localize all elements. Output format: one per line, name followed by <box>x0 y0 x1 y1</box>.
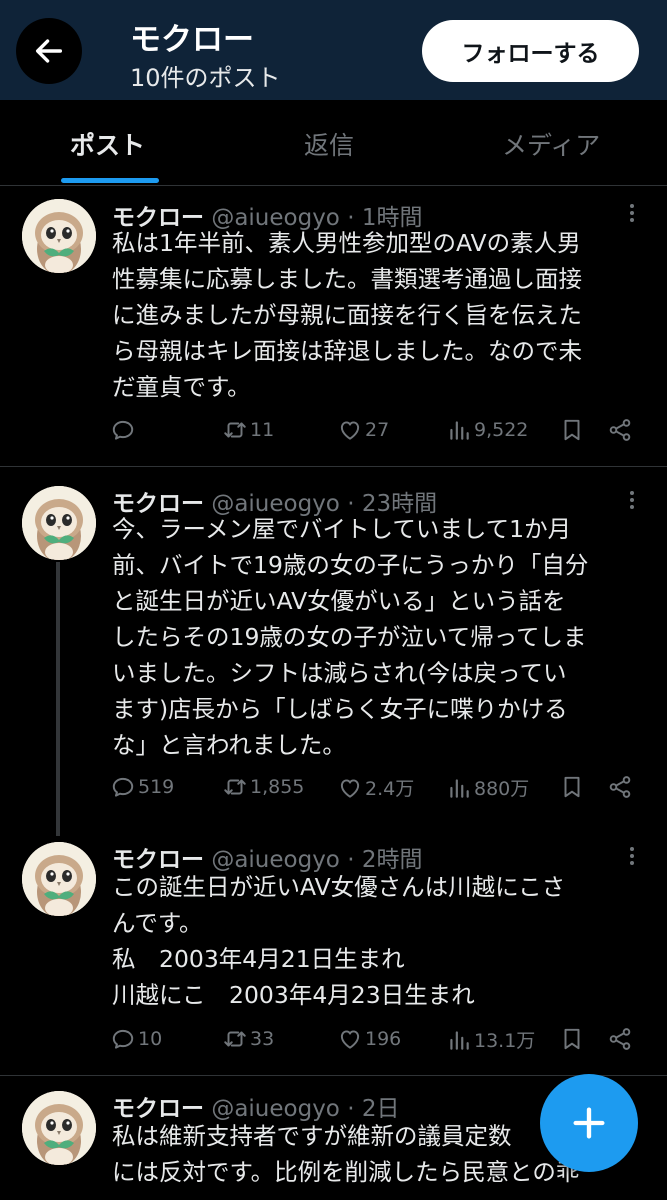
compose-button[interactable] <box>540 1074 638 1172</box>
post[interactable]: モクロー @aiueogyo · 23時間 今、ラーメン屋でバイトしていまして1… <box>0 468 667 836</box>
plus-icon <box>573 1107 605 1139</box>
like-button[interactable]: 27 <box>337 417 389 443</box>
post-text: 私は1年半前、素人男性参加型のAVの素人男 性募集に応募しました。書類選考通過し… <box>112 225 647 405</box>
post-text-line: ら母親はキレ面接は辞退しました。なので未 <box>112 337 582 365</box>
owl-avatar-icon <box>22 842 96 916</box>
repost-count: 33 <box>250 1028 275 1050</box>
share-icon <box>607 1026 633 1052</box>
post-actions: 11 27 9,522 <box>0 417 667 453</box>
tab-replies[interactable]: 返信 <box>304 126 354 162</box>
more-vertical-icon[interactable] <box>622 844 642 868</box>
post-actions: 519 1,855 2.4万 880万 <box>0 774 667 810</box>
heart-icon <box>337 775 363 801</box>
bookmark-icon <box>559 1026 585 1052</box>
profile-tabs: ポスト 返信 メディア <box>0 100 667 186</box>
reply-button[interactable]: 519 <box>110 774 174 800</box>
repost-button[interactable]: 11 <box>222 417 274 443</box>
views-button[interactable]: 13.1万 <box>446 1026 535 1053</box>
reply-button[interactable] <box>110 417 138 443</box>
share-icon <box>607 417 633 443</box>
heart-icon <box>337 1026 363 1052</box>
avatar[interactable] <box>22 1091 96 1165</box>
post-count: 10件のポスト <box>130 64 281 92</box>
back-button[interactable] <box>16 18 82 84</box>
post-text-line: 川越にこ 2003年4月23日生まれ <box>112 981 475 1009</box>
post-text-line: ます)店長から「しばらく女子に喋りかける <box>112 695 568 723</box>
share-button[interactable] <box>607 1026 633 1052</box>
repost-count: 1,855 <box>250 776 305 798</box>
more-vertical-icon[interactable] <box>622 201 642 225</box>
post-text-line: だ童貞です。 <box>112 373 251 401</box>
tab-posts[interactable]: ポスト <box>70 126 145 162</box>
speech-bubble-icon <box>110 774 136 800</box>
speech-bubble-icon <box>110 417 136 443</box>
tab-media[interactable]: メディア <box>502 126 600 162</box>
avatar[interactable] <box>22 199 96 273</box>
share-button[interactable] <box>607 774 633 800</box>
post-text-line: に進みましたが母親に面接を行く旨を伝えた <box>112 301 582 329</box>
views-button[interactable]: 9,522 <box>446 417 528 443</box>
active-tab-indicator <box>61 178 159 183</box>
profile-name: モクロー <box>130 22 254 58</box>
repost-arrows-icon <box>222 774 248 800</box>
bar-chart-icon <box>446 1027 472 1053</box>
reply-count: 519 <box>138 776 175 798</box>
share-button[interactable] <box>607 417 633 443</box>
bookmark-icon <box>559 417 585 443</box>
like-button[interactable]: 2.4万 <box>337 774 414 801</box>
profile-header: モクロー 10件のポスト フォローする <box>0 0 667 100</box>
post-actions: 10 33 196 13.1万 <box>0 1026 667 1062</box>
reply-count: 10 <box>138 1028 163 1050</box>
share-icon <box>607 774 633 800</box>
post-text-line: と誕生日が近いAV女優がいる」という話を <box>112 587 566 615</box>
post-text-line: したらその19歳の女の子が泣いて帰ってしま <box>112 623 587 651</box>
bar-chart-icon <box>446 775 472 801</box>
like-count: 27 <box>365 419 390 441</box>
like-count: 196 <box>365 1028 402 1050</box>
post-text-line: 私は1年半前、素人男性参加型のAVの素人男 <box>112 229 581 257</box>
post-text-line: この誕生日が近いAV女優さんは川越にこさ <box>112 873 566 901</box>
like-count: 2.4万 <box>365 778 415 800</box>
bookmark-button[interactable] <box>559 774 585 800</box>
post-text-line: な」と言われました。 <box>112 731 346 759</box>
repost-arrows-icon <box>222 417 248 443</box>
post[interactable]: モクロー @aiueogyo · 1時間 私は1年半前、素人男性参加型のAVの素… <box>0 187 667 467</box>
avatar[interactable] <box>22 486 96 560</box>
post[interactable]: モクロー @aiueogyo · 2時間 この誕生日が近いAV女優さんは川越にこ… <box>0 828 667 1076</box>
views-button[interactable]: 880万 <box>446 774 529 801</box>
repost-count: 11 <box>250 419 275 441</box>
view-count: 880万 <box>474 778 530 800</box>
repost-button[interactable]: 1,855 <box>222 774 304 800</box>
heart-icon <box>337 417 363 443</box>
view-count: 9,522 <box>474 419 529 441</box>
post-text: この誕生日が近いAV女優さんは川越にこさ んです。 私 2003年4月21日生ま… <box>112 869 647 1013</box>
post-text-line: 前、バイトで19歳の女の子にうっかり「自分 <box>112 551 589 579</box>
speech-bubble-icon <box>110 1026 136 1052</box>
post-text-line: 今、ラーメン屋でバイトしていまして1か月 <box>112 515 572 543</box>
owl-avatar-icon <box>22 1091 96 1165</box>
post-text-line: んです。 <box>112 909 203 937</box>
bookmark-button[interactable] <box>559 1026 585 1052</box>
avatar[interactable] <box>22 842 96 916</box>
bookmark-button[interactable] <box>559 417 585 443</box>
post-text-line: 私 2003年4月21日生まれ <box>112 945 405 973</box>
repost-arrows-icon <box>222 1026 248 1052</box>
like-button[interactable]: 196 <box>337 1026 401 1052</box>
arrow-left-icon <box>35 39 63 63</box>
follow-button[interactable]: フォローする <box>422 20 639 82</box>
post-text: 今、ラーメン屋でバイトしていまして1か月 前、バイトで19歳の女の子にうっかり「… <box>112 511 647 763</box>
bookmark-icon <box>559 774 585 800</box>
repost-button[interactable]: 33 <box>222 1026 274 1052</box>
reply-button[interactable]: 10 <box>110 1026 162 1052</box>
more-vertical-icon[interactable] <box>622 488 642 512</box>
view-count: 13.1万 <box>474 1030 536 1052</box>
post-text-line: いました。シフトは減らされ(今は戻ってい <box>112 659 567 687</box>
owl-avatar-icon <box>22 199 96 273</box>
post-text-line: 性募集に応募しました。書類選考通過し面接 <box>112 265 582 293</box>
bar-chart-icon <box>446 417 472 443</box>
owl-avatar-icon <box>22 486 96 560</box>
